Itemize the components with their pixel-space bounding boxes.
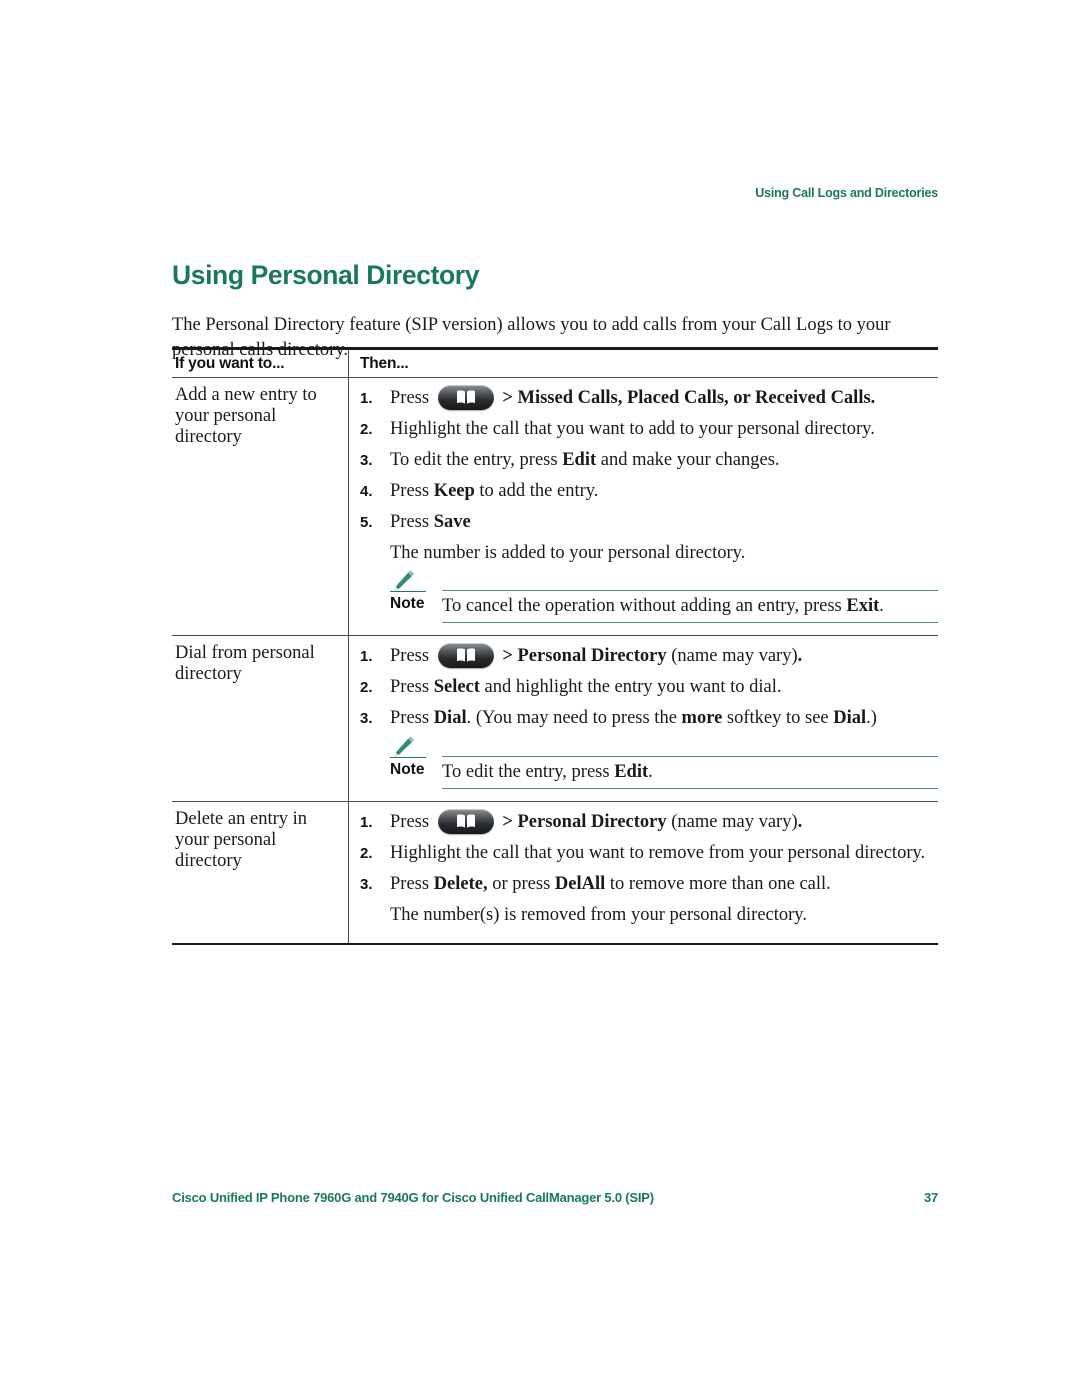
step-text: To edit the entry, press Edit and make y… bbox=[390, 449, 780, 470]
step-text: Press > Personal Directory (name may var… bbox=[390, 808, 938, 834]
condition-text: Delete an entry in your personal directo… bbox=[175, 808, 308, 871]
table-cell-condition: Delete an entry in your personal directo… bbox=[172, 802, 348, 943]
note-text: To edit the entry, press Edit. bbox=[442, 761, 653, 782]
pencil-icon bbox=[394, 570, 414, 590]
procedure-step: 1. Press > Missed Calls, Placed Calls, or… bbox=[360, 384, 938, 411]
note-body: Note To cancel the operation without addi… bbox=[390, 589, 938, 623]
table-body: Add a new entry to your personal directo… bbox=[172, 377, 938, 945]
note-text-wrap: To cancel the operation without adding a… bbox=[442, 589, 938, 623]
note-block: Note To edit the entry, press Edit. bbox=[390, 736, 938, 789]
procedure-step: 2. Press Select and highlight the entry y… bbox=[360, 675, 938, 700]
table-header-cell-action: Then... bbox=[348, 350, 938, 377]
step-text: Press Save bbox=[390, 511, 471, 532]
running-header: Using Call Logs and Directories bbox=[755, 186, 938, 200]
step-result-text: The number is added to your personal dir… bbox=[390, 542, 746, 563]
procedure-step: 4. Press Keep to add the entry. bbox=[360, 479, 938, 504]
note-pencil-rule bbox=[390, 590, 426, 592]
procedure-step: 1. Press > Personal Directory (name may v… bbox=[360, 642, 938, 669]
step-number: 3. bbox=[360, 875, 373, 893]
procedure-step: 3. Press Delete, or press DelAll to remov… bbox=[360, 872, 938, 897]
note-block: Note To cancel the operation without addi… bbox=[390, 570, 938, 623]
step-number: 4. bbox=[360, 482, 373, 500]
step-number: 2. bbox=[360, 678, 373, 696]
table-row: Dial from personal directory 1. Press > Pe… bbox=[172, 635, 938, 801]
procedure-step: 3. Press Dial. (You may need to press the… bbox=[360, 706, 938, 731]
note-body: Note To edit the entry, press Edit. bbox=[390, 755, 938, 789]
step-number: 2. bbox=[360, 420, 373, 438]
step-text: Press Select and highlight the entry you… bbox=[390, 676, 782, 697]
table-header-row: If you want to... Then... bbox=[172, 349, 938, 377]
directories-key-icon[interactable] bbox=[437, 642, 494, 668]
procedure-table: If you want to... Then... Add a new entr… bbox=[172, 347, 938, 945]
table-row: Add a new entry to your personal directo… bbox=[172, 377, 938, 635]
step-text: Press Keep to add the entry. bbox=[390, 480, 599, 501]
procedure-step: 2. Highlight the call that you want to ad… bbox=[360, 417, 938, 442]
table-row: Delete an entry in your personal directo… bbox=[172, 801, 938, 943]
note-text: To cancel the operation without adding a… bbox=[442, 595, 884, 616]
note-label: Note bbox=[390, 760, 425, 778]
procedure-step: 3. To edit the entry, press Edit and make… bbox=[360, 448, 938, 473]
step-result-text: The number(s) is removed from your perso… bbox=[390, 904, 807, 925]
step-number: 3. bbox=[360, 451, 373, 469]
directories-key-icon[interactable] bbox=[437, 384, 494, 410]
note-pencil-rule bbox=[390, 756, 426, 758]
page-title: Using Personal Directory bbox=[172, 259, 480, 290]
procedure-step: 2. Highlight the call that you want to re… bbox=[360, 841, 938, 866]
note-text-wrap: To edit the entry, press Edit. bbox=[442, 755, 938, 789]
step-text: Highlight the call that you want to remo… bbox=[390, 842, 926, 863]
condition-text: Add a new entry to your personal directo… bbox=[175, 384, 317, 447]
step-text: Press > Personal Directory (name may var… bbox=[390, 642, 938, 668]
table-cell-steps: 1. Press > Personal Directory (name may v… bbox=[348, 636, 938, 801]
column-header-then: Then... bbox=[360, 354, 409, 372]
page-footer: Cisco Unified IP Phone 7960G and 7940G f… bbox=[172, 1190, 938, 1205]
document-page: Using Call Logs and Directories Using Pe… bbox=[0, 0, 1080, 1397]
table-cell-condition: Dial from personal directory bbox=[172, 636, 348, 801]
pencil-icon bbox=[394, 736, 414, 756]
condition-text: Dial from personal directory bbox=[175, 642, 315, 684]
footer-document-title: Cisco Unified IP Phone 7960G and 7940G f… bbox=[172, 1190, 654, 1205]
step-text: Press Delete, or press DelAll to remove … bbox=[390, 873, 831, 894]
directories-key-icon[interactable] bbox=[437, 808, 494, 834]
step-number: 3. bbox=[360, 709, 373, 727]
step-number: 1. bbox=[360, 813, 373, 831]
table-cell-steps: 1. Press > Missed Calls, Placed Calls, or… bbox=[348, 378, 938, 635]
step-text: Highlight the call that you want to add … bbox=[390, 418, 875, 439]
step-number: 1. bbox=[360, 389, 373, 407]
table-header-cell-condition: If you want to... bbox=[172, 350, 348, 377]
step-number: 1. bbox=[360, 647, 373, 665]
table-cell-steps: 1. Press > Personal Directory (name may v… bbox=[348, 802, 938, 943]
procedure-step: 5. Press Save bbox=[360, 510, 938, 535]
table-bottom-rule bbox=[172, 942, 938, 945]
footer-page-number: 37 bbox=[923, 1190, 938, 1205]
table-cell-condition: Add a new entry to your personal directo… bbox=[172, 378, 348, 635]
step-text: Press > Missed Calls, Placed Calls, or R… bbox=[390, 384, 938, 410]
step-number: 2. bbox=[360, 844, 373, 862]
column-header-if-you-want-to: If you want to... bbox=[175, 354, 285, 372]
step-number: 5. bbox=[360, 513, 373, 531]
step-text: Press Dial. (You may need to press the m… bbox=[390, 707, 877, 728]
note-label: Note bbox=[390, 594, 425, 612]
procedure-step: 1. Press > Personal Directory (name may v… bbox=[360, 808, 938, 835]
